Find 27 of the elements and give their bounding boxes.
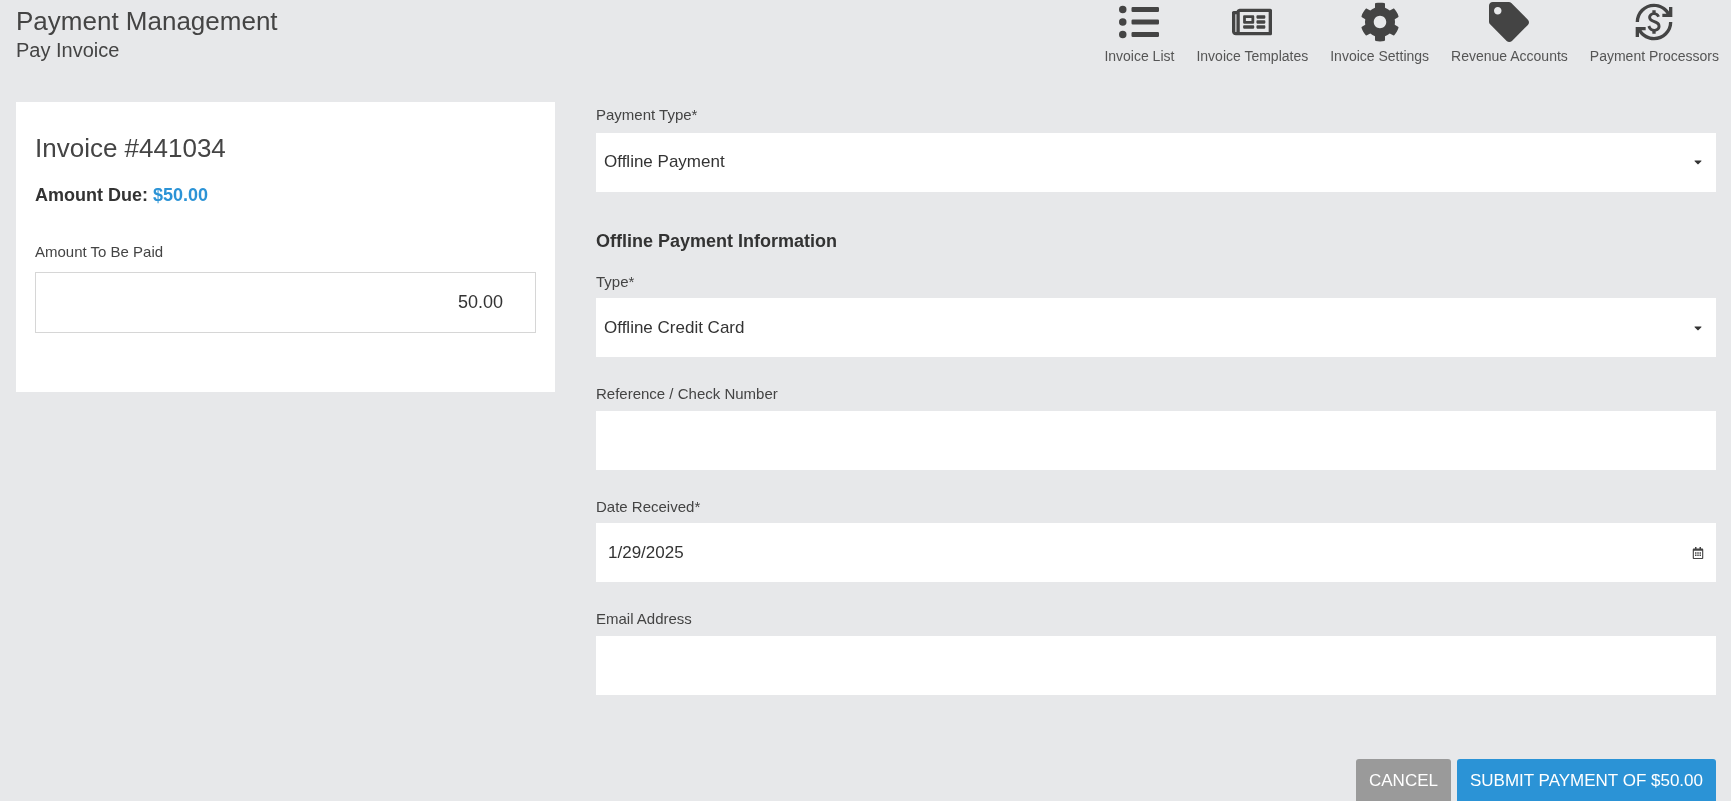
field-label: Reference / Check Number xyxy=(596,384,779,404)
input-field[interactable] xyxy=(596,635,1716,695)
toolbar-button[interactable]: Revenue Accounts xyxy=(1451,0,1568,67)
field-label: Payment Type* xyxy=(596,105,699,125)
input-field[interactable] xyxy=(596,410,1716,470)
dollar-refresh-icon xyxy=(1634,2,1675,42)
toolbar-button[interactable]: Invoice Settings xyxy=(1330,0,1430,67)
page-title: Payment Management xyxy=(16,5,278,37)
date-field[interactable]: 1/29/2025 xyxy=(596,523,1716,582)
amount-due: Amount Due: $50.00 xyxy=(35,184,210,207)
tag-icon xyxy=(1489,2,1530,42)
select-field[interactable]: Offline Credit Card xyxy=(596,298,1716,357)
field-label: Email Address xyxy=(596,609,693,629)
field-label: Type* xyxy=(596,271,636,292)
page-subtitle: Pay Invoice xyxy=(16,38,121,63)
toolbar-button[interactable]: Invoice List xyxy=(1104,0,1175,67)
select-field[interactable]: Offline Payment xyxy=(596,132,1716,192)
calendar-icon xyxy=(1692,546,1704,559)
toolbar-button[interactable]: Invoice Templates xyxy=(1196,0,1309,67)
amount-input[interactable]: 50.00 xyxy=(35,271,536,333)
invoice-title: Invoice #441034 xyxy=(35,132,227,165)
section-heading: Offline Payment Information xyxy=(596,229,839,253)
submit-button[interactable]: SUBMIT PAYMENT OF $50.00 xyxy=(1456,758,1716,801)
toolbar-button[interactable]: Payment Processors xyxy=(1589,0,1719,67)
settings-icon xyxy=(1359,2,1400,42)
field-label: Date Received* xyxy=(596,496,702,517)
field-label: Amount To Be Paid xyxy=(35,242,165,262)
